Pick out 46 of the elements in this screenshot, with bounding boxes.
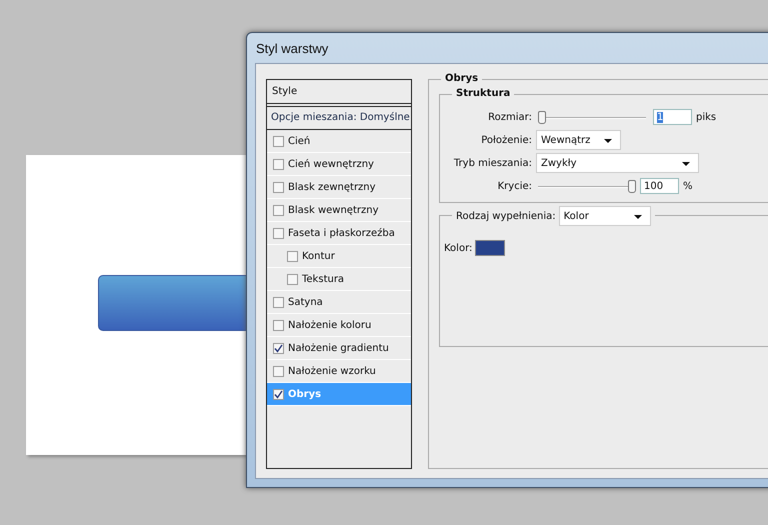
list-item[interactable]: Opcje mieszania: Domyślne — [267, 107, 411, 130]
field-label: Rodzaj wypełnienia: — [456, 210, 556, 222]
field-label: Tryb mieszania: — [452, 158, 532, 168]
list-item[interactable]: Nałożenie koloru — [267, 314, 411, 337]
unit-label: piks — [696, 112, 716, 122]
list-item[interactable]: Blask zewnętrzny — [267, 176, 411, 199]
dropdown[interactable]: Zwykły — [536, 153, 699, 173]
checkbox[interactable] — [287, 274, 298, 284]
window-title: Styl warstwy — [255, 40, 328, 56]
list-header: Style — [267, 80, 411, 107]
checkbox[interactable] — [273, 158, 284, 170]
input-field[interactable]: 1 — [653, 109, 692, 125]
checkbox[interactable] — [273, 296, 284, 308]
checkbox[interactable] — [273, 342, 284, 354]
slider-thumb[interactable] — [538, 110, 546, 124]
checkbox[interactable] — [273, 320, 284, 330]
caret-icon — [634, 215, 642, 219]
checkbox[interactable] — [273, 366, 284, 376]
checkbox[interactable] — [273, 204, 284, 216]
list-item[interactable]: Kontur — [267, 245, 411, 268]
checkbox[interactable] — [273, 136, 284, 146]
list-item[interactable]: Faseta i płaskorzeźba — [267, 222, 411, 245]
field-label: Rozmiar: — [487, 112, 532, 122]
checkbox[interactable] — [273, 182, 284, 192]
list-item[interactable]: Tekstura — [267, 268, 411, 291]
slider-thumb[interactable] — [628, 180, 636, 192]
caret-icon — [604, 139, 612, 143]
dropdown[interactable]: Wewnątrz — [536, 130, 621, 150]
color-swatch[interactable] — [475, 240, 506, 256]
list-item[interactable]: Cień wewnętrzny — [267, 153, 411, 176]
field-label: Krycie: — [496, 180, 532, 192]
dropdown[interactable]: Kolor — [558, 206, 651, 226]
field-label: Położenie: — [480, 134, 532, 146]
checkbox[interactable] — [287, 250, 298, 262]
unit-label: % — [683, 180, 693, 192]
list-item[interactable]: Nałożenie gradientu — [267, 337, 411, 360]
checkbox[interactable] — [273, 228, 284, 238]
checkbox[interactable] — [273, 388, 284, 400]
input-field[interactable]: 100 — [640, 178, 679, 194]
list-item[interactable]: Satyna — [267, 291, 411, 314]
caret-icon — [682, 162, 690, 166]
group-title: Struktura — [452, 88, 514, 99]
list-item[interactable]: Blask wewnętrzny — [267, 199, 411, 222]
list-item[interactable]: Cień — [267, 130, 411, 153]
group-title: Obrys — [441, 73, 482, 84]
field-label: Kolor: — [444, 242, 472, 254]
